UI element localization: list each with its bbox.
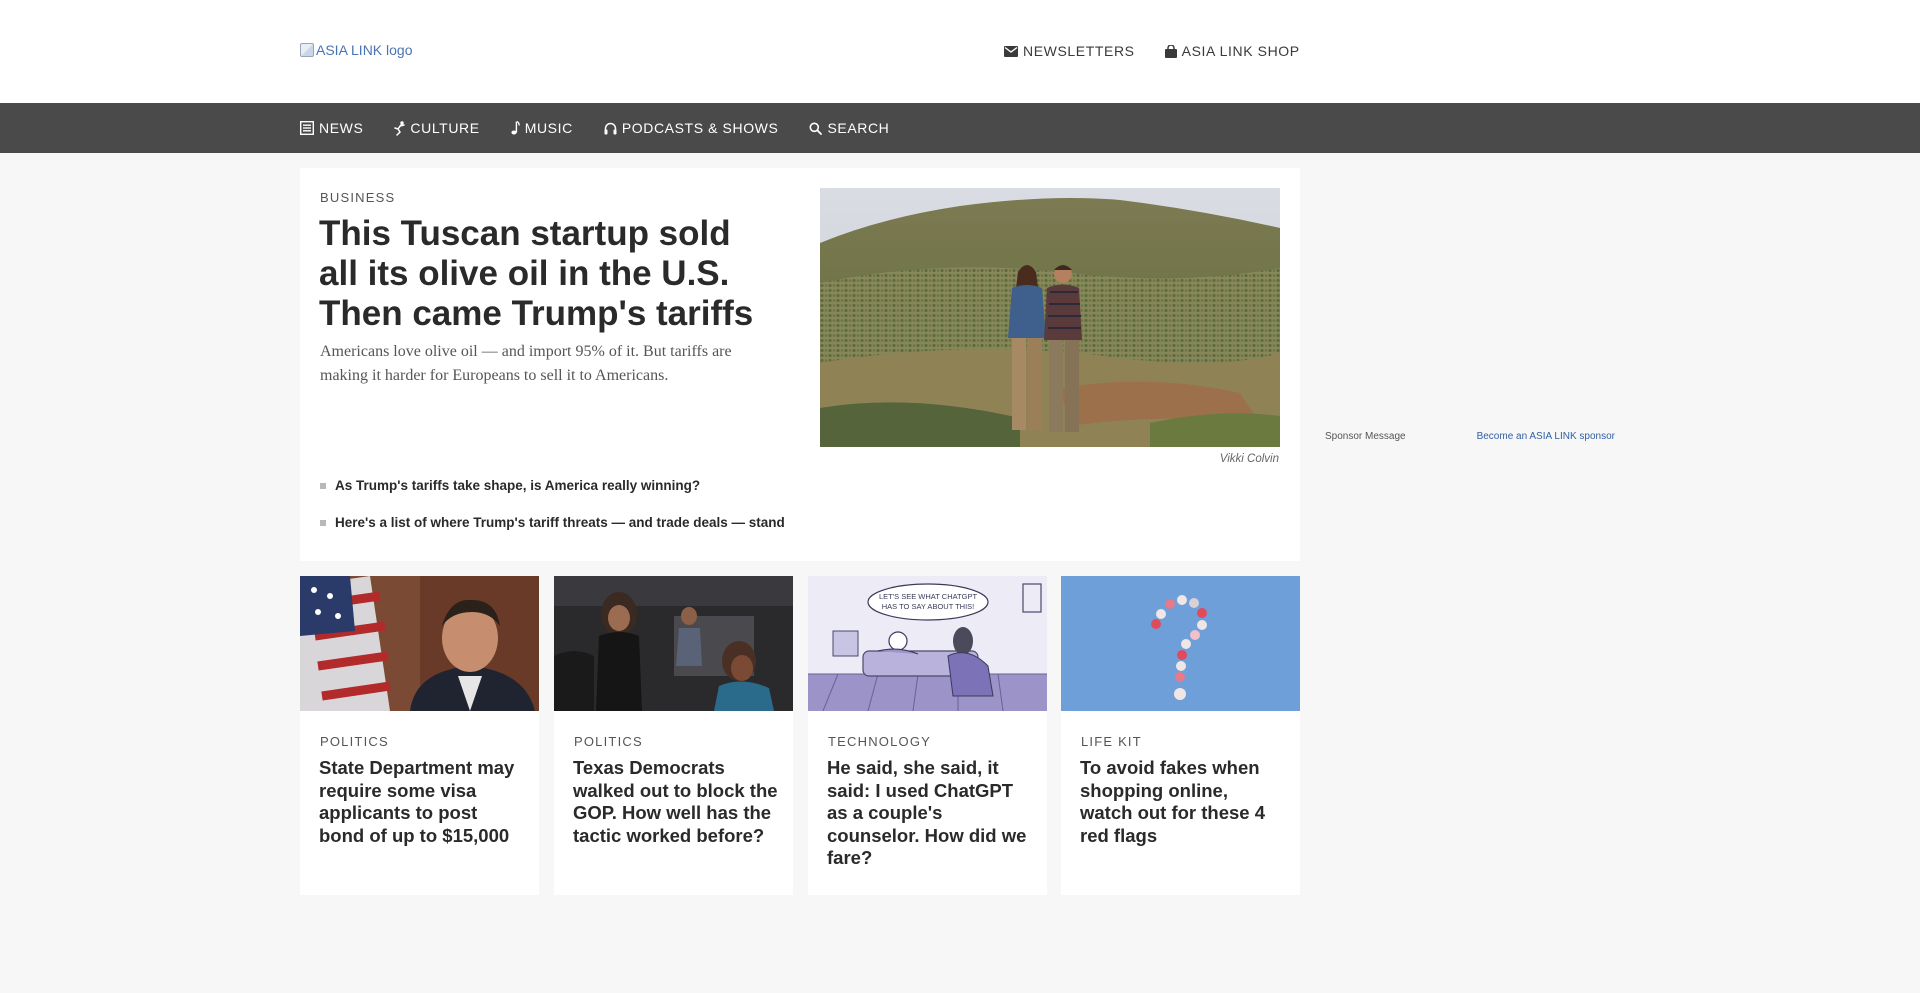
story-thumbnail[interactable]: LET'S SEE WHAT CHATGPT HAS TO SAY ABOUT … bbox=[808, 576, 1047, 711]
story-card[interactable]: LET'S SEE WHAT CHATGPT HAS TO SAY ABOUT … bbox=[808, 576, 1047, 895]
card-kicker[interactable]: LIFE KIT bbox=[1081, 734, 1142, 749]
bullet-square-icon bbox=[320, 482, 326, 489]
card-title[interactable]: State Department may require some visa a… bbox=[319, 757, 524, 847]
nav-label-podcasts: PODCASTS & SHOWS bbox=[621, 120, 779, 136]
bullet-square-icon bbox=[320, 519, 326, 526]
featured-story: BUSINESS This Tuscan startup sold all it… bbox=[300, 168, 1300, 561]
related-link-text: As Trump's tariffs take shape, is Americ… bbox=[335, 478, 701, 493]
nav-label-culture: CULTURE bbox=[410, 120, 480, 136]
nav-item-music[interactable]: MUSIC bbox=[511, 120, 573, 136]
header-links: NEWSLETTERS ASIA LINK SHOP bbox=[1004, 43, 1300, 59]
card-title[interactable]: He said, she said, it said: I used ChatG… bbox=[827, 757, 1032, 870]
newspaper-icon bbox=[300, 121, 314, 135]
sponsor-message: Sponsor Message bbox=[1325, 431, 1406, 442]
featured-headline[interactable]: This Tuscan startup sold all its olive o… bbox=[319, 214, 759, 334]
site-logo[interactable]: ASIA LINK logo bbox=[300, 42, 413, 58]
become-sponsor-link[interactable]: Become an ASIA LINK sponsor bbox=[1477, 431, 1615, 442]
site-header: ASIA LINK logo NEWSLETTERS ASIA LINK SHO… bbox=[0, 0, 1920, 103]
speech-bubble-line-2: HAS TO SAY ABOUT THIS! bbox=[882, 602, 975, 611]
featured-image[interactable] bbox=[820, 188, 1280, 447]
shopping-bag-icon bbox=[1164, 44, 1177, 58]
card-title[interactable]: Texas Democrats walked out to block the … bbox=[573, 757, 778, 847]
nav-label-music: MUSIC bbox=[524, 120, 573, 136]
sponsor-bar: Sponsor Message Become an ASIA LINK spon… bbox=[1325, 431, 1615, 442]
card-kicker[interactable]: POLITICS bbox=[320, 734, 389, 749]
story-card[interactable]: POLITICS State Department may require so… bbox=[300, 576, 539, 895]
story-thumbnail[interactable] bbox=[554, 576, 793, 711]
search-icon bbox=[809, 122, 823, 135]
related-links: As Trump's tariffs take shape, is Americ… bbox=[320, 476, 785, 550]
nav-label-news: NEWS bbox=[319, 120, 364, 136]
image-credit: Vikki Colvin bbox=[1219, 453, 1279, 465]
featured-dek: Americans love olive oil — and import 95… bbox=[320, 343, 732, 384]
envelope-icon bbox=[1004, 45, 1018, 57]
card-kicker[interactable]: TECHNOLOGY bbox=[828, 734, 931, 749]
card-title[interactable]: To avoid fakes when shopping online, wat… bbox=[1080, 757, 1285, 847]
story-thumbnail[interactable] bbox=[1061, 576, 1300, 711]
card-kicker[interactable]: POLITICS bbox=[574, 734, 643, 749]
related-link[interactable]: As Trump's tariffs take shape, is Americ… bbox=[320, 476, 785, 495]
newsletters-label: NEWSLETTERS bbox=[1023, 43, 1135, 59]
headphones-icon bbox=[604, 122, 617, 135]
broken-image-icon bbox=[300, 43, 314, 57]
main-nav: NEWS CULTURE MUSIC PODCASTS & SHOWS SEAR… bbox=[0, 103, 1920, 153]
nav-item-podcasts[interactable]: PODCASTS & SHOWS bbox=[604, 120, 779, 136]
speech-bubble-line-1: LET'S SEE WHAT CHATGPT bbox=[879, 592, 978, 601]
nav-item-search[interactable]: SEARCH bbox=[809, 120, 889, 136]
music-note-icon bbox=[511, 121, 520, 135]
story-thumbnail[interactable] bbox=[300, 576, 539, 711]
nav-item-news[interactable]: NEWS bbox=[300, 120, 363, 136]
nav-label-search: SEARCH bbox=[827, 120, 890, 136]
dancer-icon bbox=[394, 120, 406, 136]
related-link[interactable]: Here's a list of where Trump's tariff th… bbox=[320, 513, 785, 532]
nav-item-culture[interactable]: CULTURE bbox=[394, 120, 479, 136]
featured-kicker[interactable]: BUSINESS bbox=[320, 190, 395, 205]
newsletters-link[interactable]: NEWSLETTERS bbox=[1004, 43, 1135, 59]
related-link-text: Here's a list of where Trump's tariff th… bbox=[335, 515, 785, 530]
shop-label: ASIA LINK SHOP bbox=[1181, 43, 1300, 59]
logo-alt-text: ASIA LINK logo bbox=[316, 42, 413, 58]
shop-link[interactable]: ASIA LINK SHOP bbox=[1164, 43, 1300, 59]
story-card[interactable]: LIFE KIT To avoid fakes when shopping on… bbox=[1061, 576, 1300, 895]
story-card[interactable]: POLITICS Texas Democrats walked out to b… bbox=[554, 576, 793, 895]
